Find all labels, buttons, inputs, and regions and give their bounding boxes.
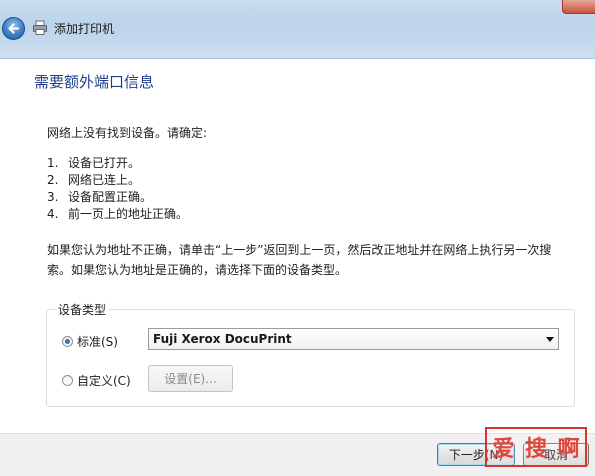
standard-radio[interactable] [62,336,73,347]
watermark-stamp: 爱 搜 啊 [485,427,587,467]
custom-radio-label: 自定义(C) [77,374,131,388]
device-type-value: Fuji Xerox DocuPrint [153,332,292,346]
close-button[interactable] [562,0,595,14]
checklist-item: 1. 设备已打开。 [47,156,141,170]
back-arrow-icon[interactable] [2,17,25,40]
dropdown-arrow-icon [546,337,554,342]
watermark-char: 爱 [492,437,515,462]
title-bar: 添加打印机 [0,0,595,59]
checklist-item: 4. 前一页上的地址正确。 [47,207,189,221]
device-type-select[interactable]: Fuji Xerox DocuPrint [148,328,559,350]
window-title: 添加打印机 [54,22,115,36]
instruction-paragraph: 如果您认为地址不正确，请单击“上一步”返回到上一页，然后改正地址并在网络上执行另… [47,243,552,277]
device-type-group: 设备类型 标准(S) Fuji Xerox DocuPrint 自定义(C) 设… [46,301,575,407]
wizard-content: 需要额外端口信息 网络上没有找到设备。请确定: 1. 设备已打开。 2. 网络已连上… [0,59,595,433]
watermark-char: 啊 [557,437,580,462]
intro-text: 网络上没有找到设备。请确定: [47,126,208,140]
printer-icon [32,20,48,36]
checklist: 1. 设备已打开。 2. 网络已连上。 3. 设备配置正确。 4. 前一页上的地址正确。 [47,155,188,223]
checklist-item: 3. 设备配置正确。 [47,190,153,204]
custom-radio-row[interactable]: 自定义(C) [62,372,131,389]
watermark-char: 搜 [524,437,547,462]
page-heading: 需要额外端口信息 [34,73,155,91]
checklist-item: 2. 网络已连上。 [47,173,141,187]
standard-radio-row[interactable]: 标准(S) [62,333,118,350]
standard-radio-label: 标准(S) [77,335,118,349]
group-label: 设备类型 [55,301,110,318]
custom-radio[interactable] [62,375,73,386]
settings-button: 设置(E)... [148,365,233,392]
